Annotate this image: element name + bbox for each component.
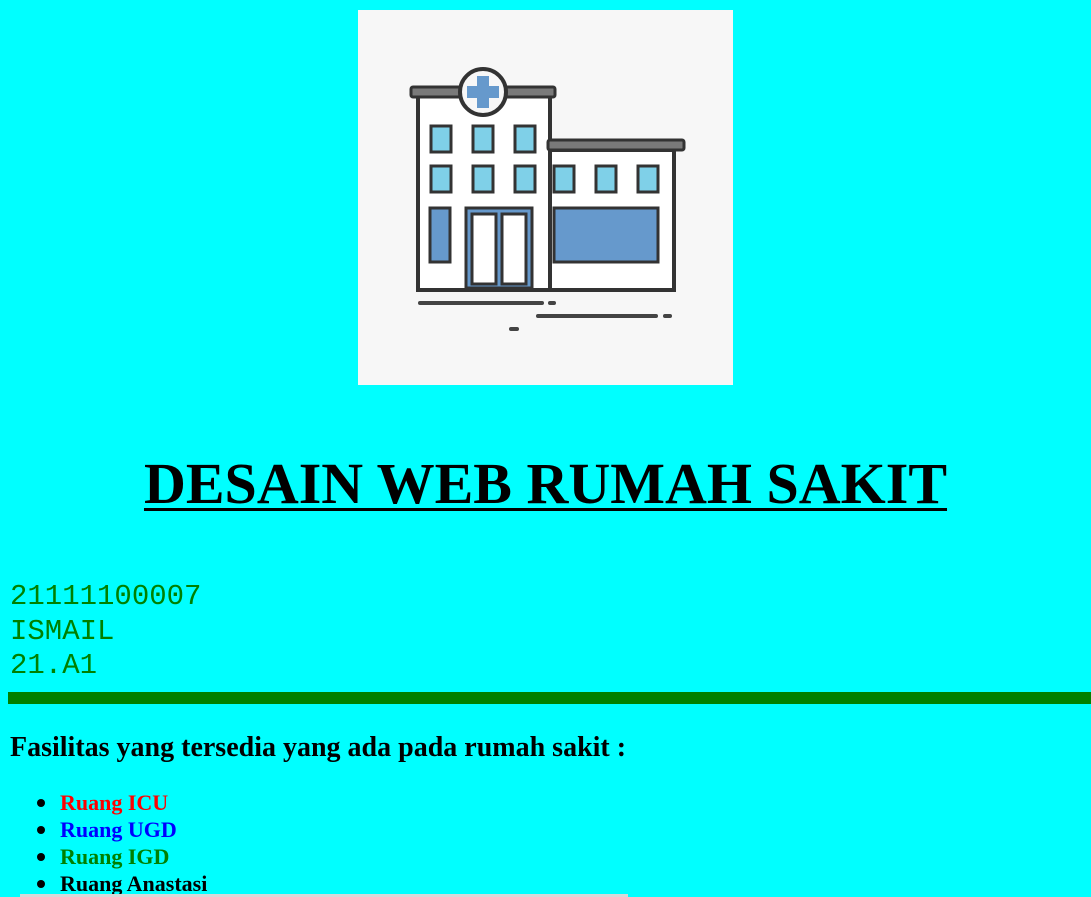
bullet-icon (37, 799, 45, 807)
facilities-heading: Fasilitas yang tersedia yang ada pada ru… (10, 732, 627, 763)
hospital-building-icon (409, 67, 686, 331)
list-item-igd: Ruang IGD (37, 843, 207, 870)
bullet-icon (37, 853, 45, 861)
student-name: ISMAIL (10, 614, 115, 648)
page-title: DESAIN WEB RUMAH SAKIT (0, 448, 1091, 520)
facility-label: Ruang ICU (60, 790, 169, 815)
student-identity: 21111100007 ISMAIL 21.A1 (10, 580, 201, 684)
list-item-icu: Ruang ICU (37, 789, 207, 816)
facility-label: Ruang UGD (60, 817, 177, 842)
facility-label: Ruang Anastasi (60, 871, 208, 896)
facility-label: Ruang IGD (60, 844, 170, 869)
student-nim: 21111100007 (10, 580, 202, 613)
list-item-anastasi: Ruang Anastasi (37, 870, 208, 897)
hospital-image (358, 10, 733, 385)
list-item-ugd: Ruang UGD (37, 816, 207, 843)
bullet-icon (37, 826, 45, 834)
student-class: 21.A1 (10, 649, 98, 682)
facility-list: Ruang ICU Ruang UGD Ruang IGD Ruang Anas… (37, 789, 208, 897)
bullet-icon (37, 880, 45, 888)
page-title-text: DESAIN WEB RUMAH SAKIT (143, 451, 948, 516)
green-divider (8, 692, 1091, 704)
